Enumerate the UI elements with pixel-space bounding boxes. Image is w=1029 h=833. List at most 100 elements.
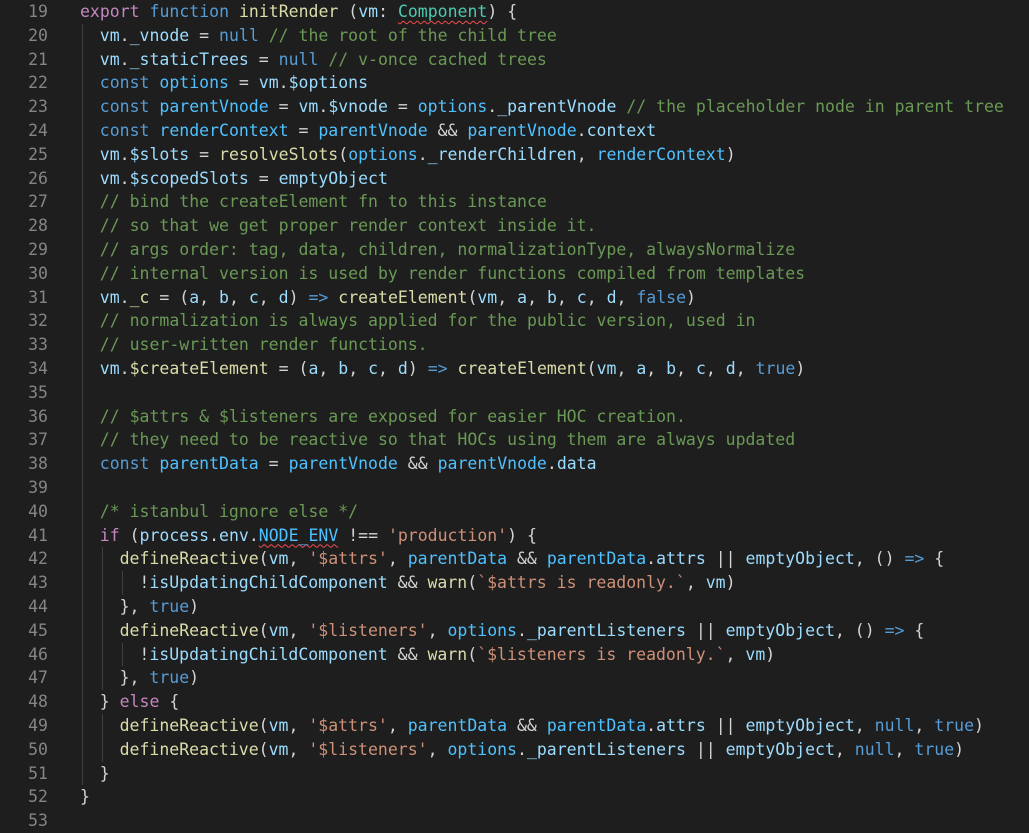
indent-guide [82,690,83,714]
code-token: = ( [268,358,309,378]
code-line[interactable]: 33 // user-written render functions. [0,333,1029,357]
code-token: ( [338,2,359,21]
code-editor[interactable]: 19 export function initRender (vm: Compon… [0,0,1029,830]
indent-guide [82,737,83,762]
code-token: if [99,525,120,545]
code-line[interactable]: 27 // bind the createElement fn to this i… [0,190,1029,215]
code-token: , [387,549,408,569]
indent-guide [101,571,103,595]
indent-guide [101,594,103,619]
line-code: defineReactive(vm, '$listeners', options… [120,738,965,762]
code-line[interactable]: 38 const parentData = parentVnode && pare… [0,452,1029,476]
code-token: b [666,358,677,378]
line-code: // $attrs & $listeners are exposed for e… [100,405,686,429]
code-token: d [725,358,736,378]
indent-guide [82,380,83,405]
code-token: null [219,25,259,45]
code-line[interactable]: 24 const renderContext = parentVnode && p… [0,118,1029,143]
code-token: b [546,287,557,307]
code-line[interactable]: 34 vm.$createElement = (a, b, c, d) => cr… [0,356,1029,381]
code-line[interactable]: 30 // internal version is used by render … [0,261,1029,286]
code-line[interactable]: 19 export function initRender (vm: Compon… [0,0,1029,24]
code-line[interactable]: 39 [0,475,1029,500]
code-token: ) [765,644,776,664]
code-line[interactable]: 52} [0,785,1029,809]
line-code: }, true) [120,595,200,619]
code-line[interactable]: 37 // they need to be reactive so that HO… [0,428,1029,453]
line-number: 39 [28,477,48,497]
code-token: warn [427,644,468,664]
code-line[interactable]: 44}, true) [0,594,1029,619]
code-token: , [199,287,220,307]
code-token: = [288,120,319,140]
code-line[interactable]: 21 vm._staticTrees = null // v-once cache… [0,47,1029,72]
indent-guide [82,666,83,691]
code-line[interactable]: 50 defineReactive(vm, '$listeners', optio… [0,737,1029,762]
code-token: . [119,49,130,69]
line-number: 41 [28,525,48,545]
code-token: ( [586,358,597,378]
code-line[interactable]: 31 vm._c = (a, b, c, d) => createElement(… [0,285,1029,310]
code-token: false [636,287,687,307]
line-number: 53 [28,811,48,831]
code-line[interactable]: 47}, true) [0,666,1029,691]
line-code: const renderContext = parentVnode && par… [100,119,656,143]
code-token: true [755,358,796,378]
code-line[interactable]: 35 [0,380,1029,405]
code-token: parentData [407,549,508,569]
code-line[interactable]: 23 const parentVnode = vm.$vnode = option… [0,95,1029,119]
indent-guide [101,737,103,762]
line-code: vm._vnode = null // the root of the chil… [100,24,557,48]
code-token: $options [288,73,369,93]
code-token: const [99,120,150,140]
code-token: options [348,144,418,164]
line-code: vm.$slots = resolveSlots(options._render… [100,143,736,167]
code-token: , [228,287,249,307]
line-number: 31 [28,287,48,307]
code-line[interactable]: 26 vm.$scopedSlots = emptyObject [0,166,1029,191]
code-token: _parentListeners [526,620,686,640]
line-number: 22 [28,73,48,93]
code-token: // so that we get proper render context … [99,216,597,236]
line-code: // bind the createElement fn to this ins… [100,190,547,214]
code-token: env [219,525,249,545]
code-token: ( [258,620,269,640]
code-token: . [119,144,130,164]
code-line[interactable]: 46 !isUpdatingChildComponent && warn(`$li… [0,642,1029,667]
code-token: parentVnode [437,454,547,474]
line-number: 50 [28,739,48,759]
indent-guide [101,666,103,691]
code-line[interactable]: 32 // normalization is always applied for… [0,309,1029,334]
code-token: else [119,692,160,712]
code-line[interactable]: 48} else { [0,690,1029,714]
code-token: , [894,739,915,759]
code-line[interactable]: 41 if (process.env.NODE_ENV !== 'producti… [0,523,1029,548]
code-line[interactable]: 25 vm.$slots = resolveSlots(options._rend… [0,142,1029,167]
indent-guide [82,571,83,595]
code-line[interactable]: 45 defineReactive(vm, '$listeners', optio… [0,618,1029,643]
code-token: ( [258,715,269,735]
code-line[interactable]: 36 // $attrs & $listeners are exposed for… [0,404,1029,429]
code-line[interactable]: 49 defineReactive(vm, '$attrs', parentDat… [0,713,1029,738]
code-line[interactable]: 20 vm._vnode = null // the root of the ch… [0,23,1029,48]
code-line[interactable]: 53 [0,809,1029,833]
code-line[interactable]: 43 !isUpdatingChildComponent && warn(`$at… [0,571,1029,595]
code-token: && [397,454,438,474]
code-token: , [705,358,726,378]
code-token: . [517,620,527,640]
code-token: . [517,739,527,759]
line-number: 51 [28,763,48,783]
code-line[interactable]: 28 // so that we get proper render contex… [0,214,1029,238]
code-line[interactable]: 40 /* istanbul ignore else */ [0,499,1029,524]
code-token: parentVnode [318,120,428,140]
code-line[interactable]: 51} [0,761,1029,786]
code-line[interactable]: 22 const options = vm.$options [0,71,1029,96]
line-code: export function initRender (vm: Componen… [80,0,517,24]
code-line[interactable]: 29 // args order: tag, data, children, no… [0,237,1029,262]
code-line[interactable]: 42 defineReactive(vm, '$attrs', parentDat… [0,547,1029,572]
code-token: vm [596,358,617,378]
code-token: vm [99,49,120,69]
code-token: ! [139,644,150,664]
